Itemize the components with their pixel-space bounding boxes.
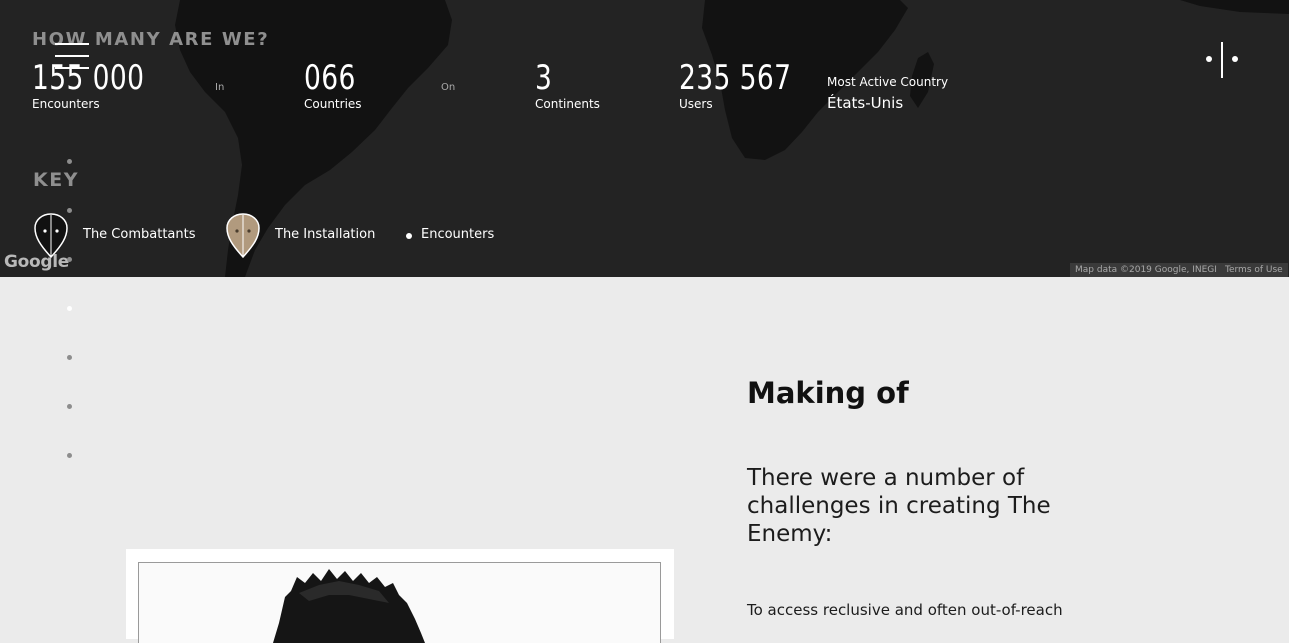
nav-dot-5[interactable] [67, 355, 72, 360]
stat-countries-label: Countries [304, 97, 362, 111]
encounter-dot-icon [406, 233, 412, 239]
legend-encounters-label: Encounters [421, 227, 495, 242]
nav-dot-7[interactable] [67, 453, 72, 458]
most-active-country-value: États-Unis [827, 94, 904, 112]
stat-continents-label: Continents [535, 97, 600, 111]
stat-users-label: Users [679, 97, 713, 111]
nav-dot-3[interactable] [67, 257, 72, 262]
key-title: KEY [33, 169, 79, 191]
world-map[interactable]: HOW MANY ARE WE? 155 000 Encounters In 0… [0, 0, 1289, 277]
stat-continents-number: 3 [535, 58, 553, 98]
dots-menu-icon[interactable] [1202, 42, 1242, 78]
nav-dot-6[interactable] [67, 404, 72, 409]
separator-on: On [441, 82, 456, 93]
nav-dot-1[interactable] [67, 159, 72, 164]
portrait-hair [273, 569, 425, 643]
map-attribution: Map data ©2019 Google, INEGI [1070, 263, 1222, 277]
nav-dot-4[interactable] [67, 306, 72, 311]
making-of-paragraph: To access reclusive and often out-of-rea… [747, 601, 1063, 619]
most-active-country-label: Most Active Country [827, 75, 949, 89]
legend-combattants-label: The Combattants [83, 227, 196, 242]
stat-encounters-label: Encounters [32, 97, 100, 111]
portrait-photo [138, 562, 661, 643]
stat-countries-number: 066 [304, 58, 356, 98]
stat-encounters-number: 155 000 [32, 58, 145, 98]
legend-installation-label: The Installation [275, 227, 376, 242]
stat-users-number: 235 567 [679, 58, 792, 98]
making-of-title: Making of [747, 376, 909, 410]
google-logo: Google [4, 252, 70, 272]
nav-dot-2[interactable] [67, 208, 72, 213]
installation-pin-icon [226, 213, 260, 259]
terms-of-use-link[interactable]: Terms of Use [1220, 263, 1288, 277]
separator-in: In [215, 82, 225, 93]
making-of-intro: There were a number of challenges in cre… [747, 465, 1051, 547]
